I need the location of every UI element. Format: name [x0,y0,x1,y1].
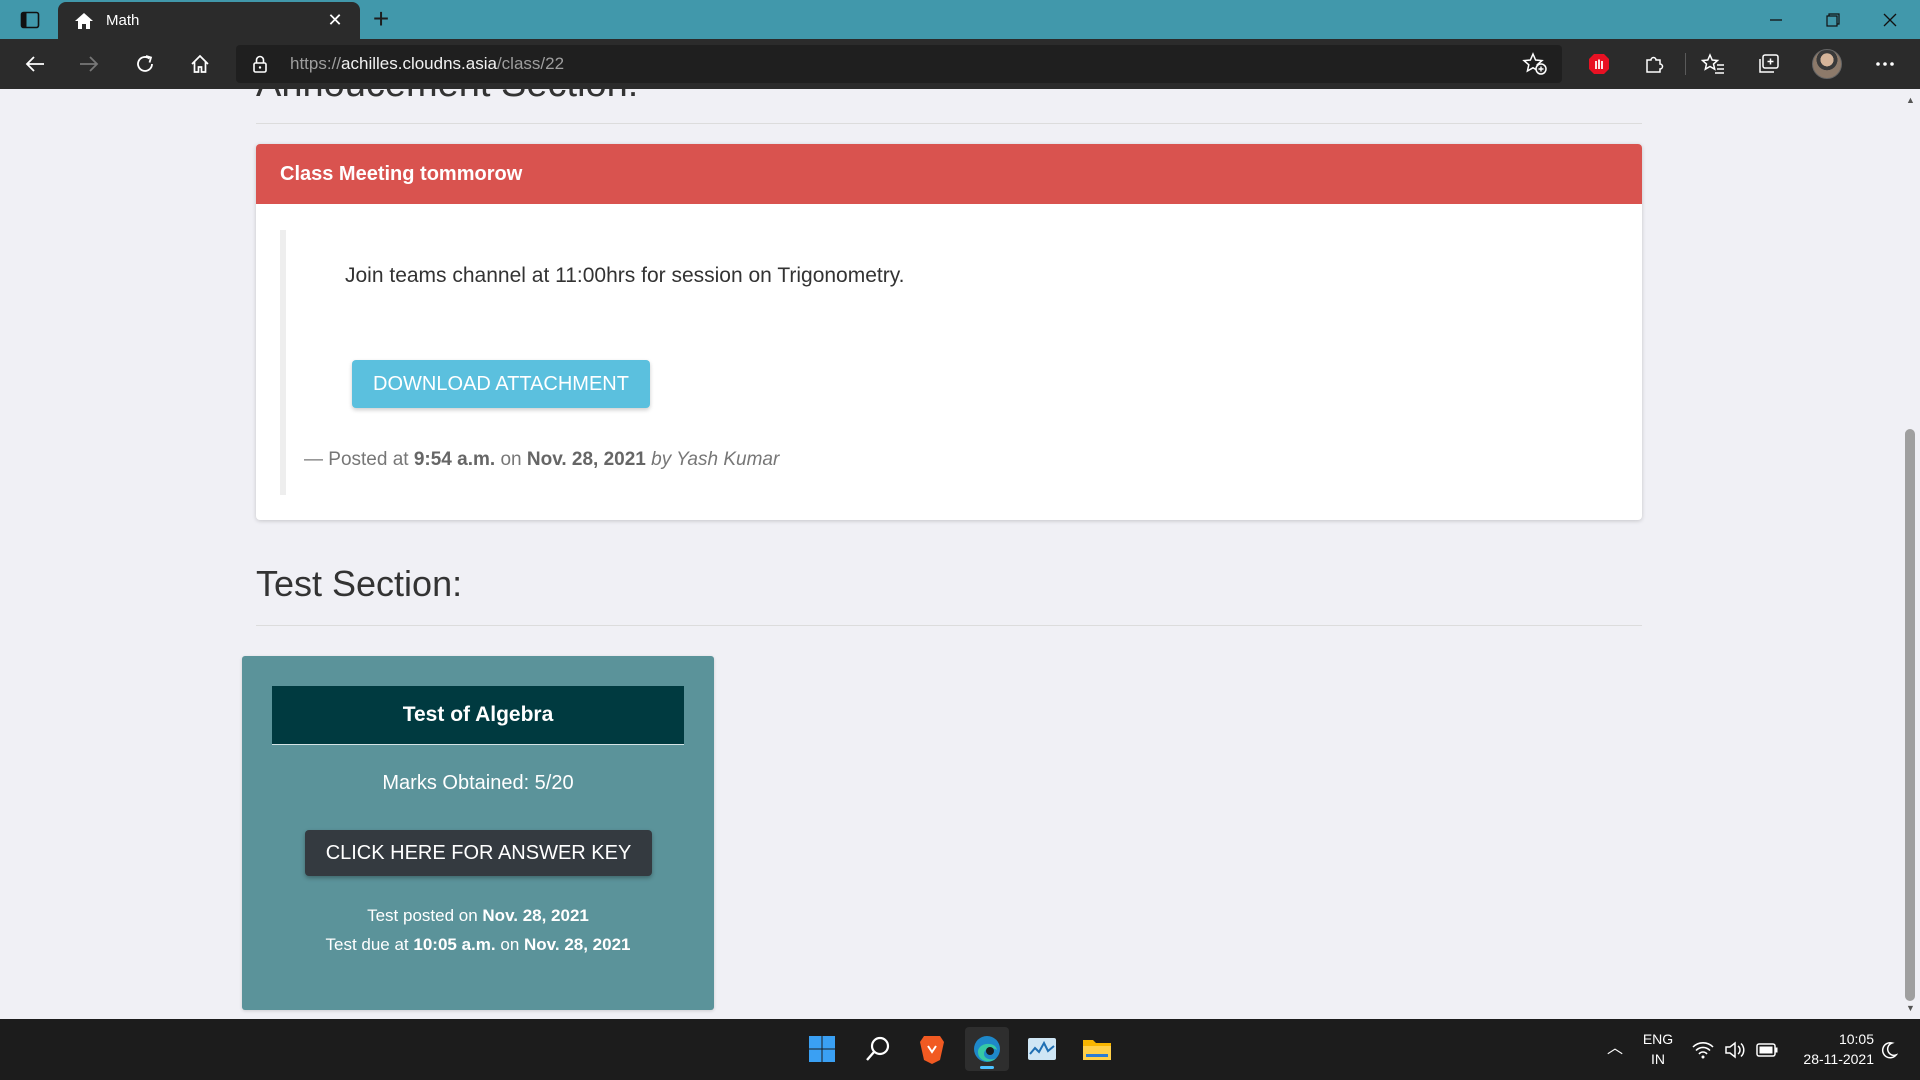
test-due-line: Test due at 10:05 a.m. on Nov. 28, 2021 [325,935,631,954]
close-tab-icon[interactable]: ✕ [322,8,348,34]
divider [256,123,1642,124]
address-bar[interactable]: https://achilles.cloudns.asia/class/22 [236,45,1562,83]
test-posted-line: Test posted on Nov. 28, 2021 [367,906,589,925]
announcement-section-heading: Annoucement Section: [256,89,638,106]
tab-actions-icon[interactable] [10,6,50,34]
scroll-down-icon[interactable]: ▼ [1906,1003,1915,1013]
announcement-card: Class Meeting tommorow Join teams channe… [256,144,1642,520]
refresh-icon[interactable] [128,48,162,80]
lock-icon [253,55,267,73]
add-favorite-icon[interactable] [1522,52,1548,76]
answer-key-button[interactable]: CLICK HERE FOR ANSWER KEY [305,830,652,876]
brave-browser-icon[interactable] [910,1027,954,1071]
wifi-icon[interactable] [1690,1037,1716,1063]
test-dates: Test posted on Nov. 28, 2021 Test due at… [242,901,714,959]
task-manager-icon[interactable] [1020,1027,1064,1071]
extensions-icon[interactable] [1637,48,1671,80]
marks-obtained: Marks Obtained: 5/20 [382,772,574,794]
new-tab-button[interactable]: + [366,5,396,34]
file-explorer-icon[interactable] [1075,1027,1119,1071]
announcement-posted-info: — Posted at 9:54 a.m. on Nov. 28, 2021 b… [304,449,780,470]
home-button-icon[interactable] [183,48,217,80]
clock-time: 10:05 [1838,1031,1874,1047]
focus-assist-icon[interactable] [1876,1037,1902,1063]
clock[interactable]: 10:05 28-11-2021 [1790,1029,1874,1069]
clock-date: 28-11-2021 [1803,1051,1874,1067]
test-section-heading: Test Section: [256,563,463,604]
download-attachment-button[interactable]: DOWNLOAD ATTACHMENT [352,360,650,408]
home-icon [75,12,93,29]
restore-icon[interactable] [1805,0,1861,39]
test-card: Test of Algebra Marks Obtained: 5/20 CLI… [242,656,714,1010]
close-window-icon[interactable] [1862,0,1918,39]
page-content: Annoucement Section: Class Meeting tommo… [0,89,1900,1019]
scroll-thumb[interactable] [1905,429,1915,1001]
page-scrollbar[interactable]: ▲ ▼ [1900,89,1920,1019]
active-indicator [980,1066,994,1069]
minimize-icon[interactable] [1748,0,1804,39]
url-text: https://achilles.cloudns.asia/class/22 [290,54,565,73]
profile-avatar[interactable] [1812,49,1842,79]
search-icon[interactable] [856,1027,900,1071]
announcement-text: Join teams channel at 11:00hrs for sessi… [345,264,905,287]
browser-tab[interactable]: Math ✕ [58,2,360,39]
toolbar-separator [1685,53,1686,75]
collections-icon[interactable] [1752,48,1786,80]
volume-icon[interactable] [1722,1037,1748,1063]
posted-author: by Yash Kumar [651,449,780,470]
divider [256,625,1642,626]
more-options-icon[interactable] [1868,48,1902,80]
start-icon[interactable] [800,1027,844,1071]
edge-browser-icon[interactable] [965,1027,1009,1071]
announcement-title: Class Meeting tommorow [256,144,1642,204]
browser-titlebar: Math ✕ + [0,0,1920,39]
browser-toolbar: https://achilles.cloudns.asia/class/22 [0,39,1920,89]
ad-blocker-extension-icon[interactable] [1582,48,1616,80]
show-hidden-icons-icon[interactable]: ︿ [1600,1039,1630,1059]
posted-time: 9:54 a.m. [413,449,496,470]
favorites-icon[interactable] [1696,48,1730,80]
language-indicator[interactable]: ENG IN [1640,1029,1676,1069]
posted-date: Nov. 28, 2021 [526,449,646,470]
windows-taskbar: ︿ ENG IN 10:05 28-11-2021 [0,1019,1920,1080]
tab-title: Math [106,12,140,29]
blockquote-border [280,230,286,495]
battery-icon[interactable] [1754,1037,1780,1063]
forward-icon[interactable] [72,48,106,80]
scroll-up-icon[interactable]: ▲ [1906,95,1915,105]
test-title: Test of Algebra [272,686,684,745]
back-icon[interactable] [18,48,52,80]
